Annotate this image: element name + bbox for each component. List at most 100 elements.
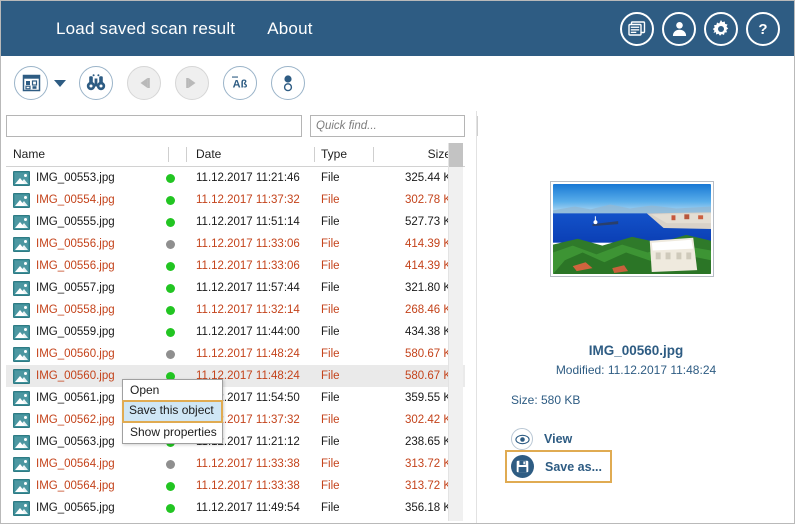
file-name-cell: IMG_00559.jpg [13,321,115,343]
menu-about[interactable]: About [267,19,312,39]
ctx-open[interactable]: Open [123,381,222,400]
table-row[interactable]: IMG_00556.jpg11.12.2017 11:33:06File414.… [6,255,465,277]
status-dot-cell [166,167,175,189]
file-date-cell: 11.12.2017 11:33:38 [196,475,300,497]
help-icon[interactable]: ? [746,12,780,46]
status-dot-cell [166,475,175,497]
preview-modified-date: Modified: 11.12.2017 11:48:24 [478,363,794,377]
file-size-cell: 321.80 K [336,277,451,299]
file-size-cell: 359.55 K [336,387,451,409]
image-file-icon [13,479,30,494]
file-name-cell: IMG_00565.jpg [13,497,115,519]
column-header-name[interactable]: Name [13,143,45,166]
file-size-cell: 414.39 K [336,233,451,255]
file-name-label: IMG_00564.jpg [36,475,115,497]
table-row[interactable]: IMG_00562.jpg11.12.2017 11:37:32File302.… [6,409,465,431]
gear-icon[interactable] [704,12,738,46]
file-size-cell: 527.73 K [336,211,451,233]
image-file-icon [13,215,30,230]
file-size-cell: 356.18 K [336,497,451,519]
table-row[interactable]: IMG_00558.jpg11.12.2017 11:32:14File268.… [6,299,465,321]
status-dot-cell [166,277,175,299]
preview-panel: IMG_00560.jpg Modified: 11.12.2017 11:48… [478,113,794,523]
image-file-icon [13,303,30,318]
file-date-cell: 11.12.2017 11:33:06 [196,255,300,277]
file-name-label: IMG_00553.jpg [36,167,115,189]
file-name-label: IMG_00561.jpg [36,387,115,409]
status-dot-cell [166,343,175,365]
table-row[interactable]: IMG_00555.jpg11.12.2017 11:51:14File527.… [6,211,465,233]
image-file-icon [13,259,30,274]
status-dot-cell [166,211,175,233]
column-divider[interactable] [168,147,169,162]
table-row[interactable]: IMG_00565.jpg11.12.2017 11:49:54File356.… [6,497,465,519]
file-size-cell: 313.72 K [336,475,451,497]
save-disk-icon [511,455,534,478]
file-size-cell: 325.44 K [336,167,451,189]
list-vertical-scrollbar[interactable] [448,143,463,521]
top-icon-group: ? [620,1,780,56]
windows-icon[interactable] [620,12,654,46]
file-name-label: IMG_00565.jpg [36,497,115,519]
file-name-label: IMG_00556.jpg [36,233,115,255]
menu-load-saved-scan-result[interactable]: Load saved scan result [56,19,235,39]
table-row[interactable]: IMG_00559.jpg11.12.2017 11:44:00File434.… [6,321,465,343]
table-row[interactable]: IMG_00564.jpg11.12.2017 11:33:38File313.… [6,453,465,475]
table-row[interactable]: IMG_00561.jpg11.12.2017 11:54:50File359.… [6,387,465,409]
status-dot-cell [166,321,175,343]
status-dot-green [166,262,175,271]
scan-dropdown-caret[interactable] [54,80,66,87]
top-menu: Load saved scan result About [56,1,313,56]
top-header-bar: Load saved scan result About ? [1,1,794,56]
file-size-cell: 434.38 K [336,321,451,343]
status-dot-cell [166,453,175,475]
table-row[interactable]: IMG_00563.jpg11.12.2017 11:21:12File238.… [6,431,465,453]
column-header-date[interactable]: Date [196,143,221,166]
list-scrollbar-thumb[interactable] [449,143,463,167]
file-name-label: IMG_00564.jpg [36,453,115,475]
panel-divider [476,111,477,523]
file-date-cell: 11.12.2017 11:48:24 [196,343,300,365]
file-size-cell: 313.72 K [336,453,451,475]
ctx-save-this-object[interactable]: Save this object [122,400,223,423]
save-as-button[interactable]: Save as... [511,455,602,478]
filter-input-box[interactable] [6,115,302,137]
file-name-label: IMG_00562.jpg [36,409,115,431]
step-back-icon[interactable] [127,66,161,100]
ctx-show-properties[interactable]: Show properties [123,423,222,442]
view-button[interactable]: View [511,428,572,450]
image-file-icon [13,413,30,428]
table-row[interactable]: IMG_00560.jpg11.12.2017 11:48:24File580.… [6,365,465,387]
scan-icon[interactable] [14,66,48,100]
quick-find-box [310,115,465,137]
table-row[interactable]: IMG_00564.jpg11.12.2017 11:33:38File313.… [6,475,465,497]
file-name-cell: IMG_00562.jpg [13,409,115,431]
file-date-cell: 11.12.2017 11:57:44 [196,277,300,299]
file-date-cell: 11.12.2017 11:32:14 [196,299,300,321]
table-row[interactable]: IMG_00557.jpg11.12.2017 11:57:44File321.… [6,277,465,299]
column-header-size[interactable]: Size [336,143,451,166]
file-name-cell: IMG_00555.jpg [13,211,115,233]
column-divider[interactable] [186,147,187,162]
file-name-cell: IMG_00563.jpg [13,431,115,453]
file-size-cell: 238.65 K [336,431,451,453]
image-file-icon [13,501,30,516]
step-forward-icon[interactable] [175,66,209,100]
preview-thumbnail-frame [550,181,714,277]
status-dot-green [166,284,175,293]
file-name-label: IMG_00555.jpg [36,211,115,233]
file-name-cell: IMG_00561.jpg [13,387,115,409]
filter-input[interactable] [7,116,311,136]
encoding-icon[interactable]: Aß [223,66,257,100]
binoculars-icon[interactable] [79,66,113,100]
table-row[interactable]: IMG_00553.jpg11.12.2017 11:21:46File325.… [6,167,465,189]
table-row[interactable]: IMG_00560.jpg11.12.2017 11:48:24File580.… [6,343,465,365]
user-icon[interactable] [662,12,696,46]
file-name-label: IMG_00560.jpg [36,365,115,387]
table-row[interactable]: IMG_00554.jpg11.12.2017 11:37:32File302.… [6,189,465,211]
table-row[interactable]: IMG_00556.jpg11.12.2017 11:33:06File414.… [6,233,465,255]
column-divider[interactable] [314,147,315,162]
search-input[interactable] [311,116,477,136]
person-icon[interactable] [271,66,305,100]
status-dot-gray [166,240,175,249]
